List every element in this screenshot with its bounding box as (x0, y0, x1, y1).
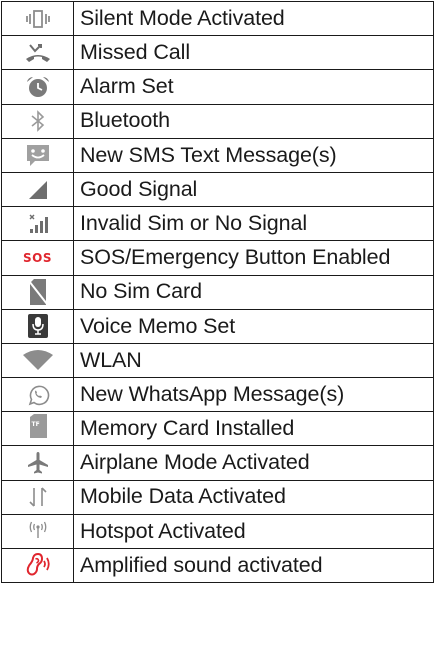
row-label: Mobile Data Activated (73, 479, 434, 515)
memory-card-icon: TF (27, 414, 49, 439)
table-row: New SMS Text Message(s) (1, 137, 434, 173)
row-label: New WhatsApp Message(s) (73, 377, 434, 413)
row-label: Airplane Mode Activated (73, 445, 434, 481)
table-row: Hotspot Activated (1, 513, 434, 550)
table-row: No Sim Card (1, 274, 434, 310)
row-label: Alarm Set (73, 69, 434, 105)
hotspot-icon (2, 520, 73, 542)
table-row: Airplane Mode Activated (1, 445, 434, 481)
row-label: Voice Memo Set (73, 308, 434, 344)
missed-call-icon (2, 42, 73, 64)
amplified-sound-icon (2, 552, 73, 580)
status-icon-legend-table: Silent Mode Activated Missed Call Alarm … (1, 0, 434, 584)
row-label: Amplified sound activated (73, 547, 434, 584)
table-row: Missed Call (1, 35, 434, 71)
table-row: Good Signal (1, 171, 434, 208)
sms-icon (2, 143, 73, 167)
row-label: Memory Card Installed (73, 411, 434, 447)
voice-memo-icon (2, 313, 73, 339)
row-label: Hotspot Activated (73, 513, 434, 550)
bluetooth-icon (2, 110, 73, 133)
row-label: Good Signal (73, 171, 434, 208)
sos-icon: SOS (23, 250, 52, 265)
table-row: Silent Mode Activated (1, 0, 434, 37)
row-label: No Sim Card (73, 274, 434, 310)
no-signal-icon (2, 213, 73, 235)
table-row: TF Memory Card Installed (1, 411, 434, 447)
table-row: New WhatsApp Message(s) (1, 377, 434, 413)
row-label: Missed Call (73, 35, 434, 71)
row-label: Silent Mode Activated (73, 0, 434, 37)
alarm-icon (2, 75, 73, 99)
vibrate-icon (2, 9, 73, 29)
signal-icon (2, 179, 73, 201)
table-row: WLAN (1, 342, 434, 379)
memory-card-label: TF (31, 421, 40, 429)
whatsapp-icon (2, 383, 73, 407)
row-label: Invalid Sim or No Signal (73, 206, 434, 242)
table-row: Amplified sound activated (1, 547, 434, 584)
table-row: Voice Memo Set (1, 308, 434, 344)
table-row: Bluetooth (1, 103, 434, 139)
row-label: Bluetooth (73, 103, 434, 139)
row-label: SOS/Emergency Button Enabled (73, 240, 434, 276)
wlan-icon (2, 349, 73, 371)
mobile-data-icon (2, 485, 73, 509)
row-label: New SMS Text Message(s) (73, 137, 434, 173)
airplane-icon (2, 451, 73, 475)
table-row: SOS SOS/Emergency Button Enabled (1, 240, 434, 276)
table-row: Mobile Data Activated (1, 479, 434, 515)
no-sim-icon (2, 279, 73, 306)
table-row: Invalid Sim or No Signal (1, 206, 434, 242)
table-row: Alarm Set (1, 69, 434, 105)
row-label: WLAN (73, 342, 434, 379)
